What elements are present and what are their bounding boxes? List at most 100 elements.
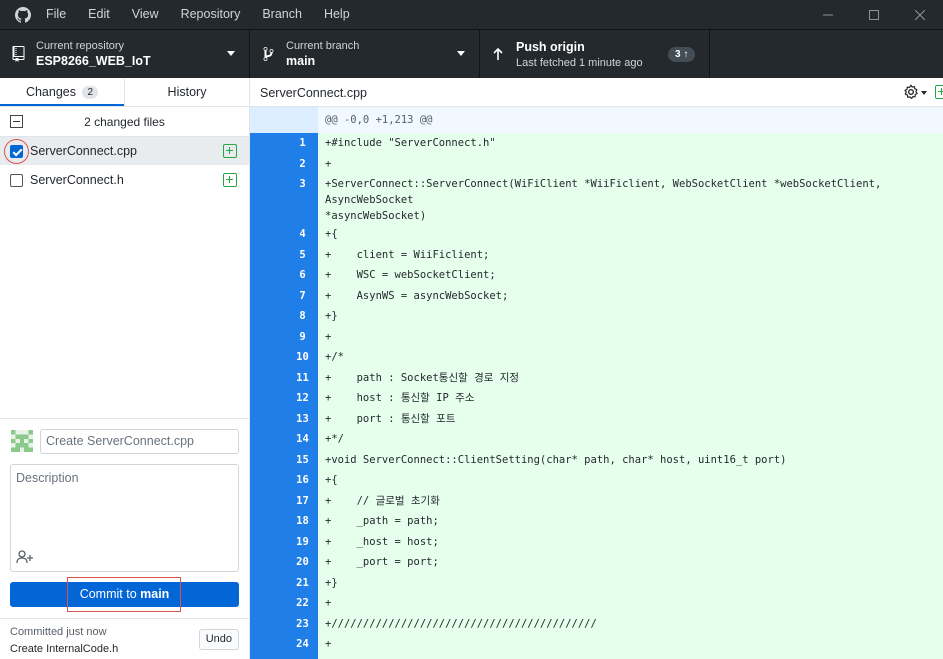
- new-line-number: 7: [287, 285, 318, 306]
- diff-line[interactable]: 23 +/////////////////////////////////////…: [250, 613, 943, 634]
- line-code: +{: [318, 470, 943, 491]
- new-line-number: 20: [287, 552, 318, 573]
- line-code: +: [318, 326, 943, 347]
- tab-history[interactable]: History: [124, 78, 249, 106]
- undo-button[interactable]: Undo: [198, 629, 239, 650]
- new-line-number: 5: [287, 244, 318, 265]
- file-name: ServerConnect.h: [30, 173, 124, 187]
- line-code: + AsynWS = asyncWebSocket;: [318, 285, 943, 306]
- diff-line[interactable]: 16 +{: [250, 470, 943, 491]
- diff-line[interactable]: 15 +void ServerConnect::ClientSetting(cha…: [250, 449, 943, 470]
- menu-repository[interactable]: Repository: [170, 0, 252, 29]
- line-code: +// ServerConnect::~ServerConnect(): [318, 654, 943, 659]
- diff-line[interactable]: 5 + client = WiiFiclient;: [250, 244, 943, 265]
- diff-line[interactable]: 19 + _host = host;: [250, 531, 943, 552]
- toolbar: Current repository ESP8266_WEB_IoT Curre…: [0, 29, 943, 78]
- old-line-number: [250, 244, 287, 265]
- new-line-number: 18: [287, 511, 318, 532]
- new-line-number: 1: [287, 133, 318, 154]
- new-line-number: 13: [287, 408, 318, 429]
- window-controls: [805, 0, 943, 29]
- new-line-number: 16: [287, 470, 318, 491]
- file-row[interactable]: ServerConnect.cpp: [0, 137, 249, 166]
- github-mark-icon: [0, 0, 46, 29]
- diff-line[interactable]: 13 + port : 통신할 포트: [250, 408, 943, 429]
- branch-selector[interactable]: Current branch main: [250, 30, 480, 78]
- highlight-circle: [4, 139, 29, 164]
- changes-sidebar: Changes 2 History 2 changed files Server…: [0, 78, 250, 659]
- maximize-button[interactable]: [851, 0, 897, 29]
- diff-panel: ServerConnect.cpp @@ -0,0 +1,213 @@ 1 +#i…: [250, 78, 943, 659]
- old-line-number: [250, 593, 287, 614]
- old-line-number: [250, 326, 287, 347]
- old-line-number: [250, 153, 287, 174]
- old-line-number: [250, 224, 287, 245]
- minimize-button[interactable]: [805, 0, 851, 29]
- diff-code: 1 +#include "ServerConnect.h" 2 +3 +ServerCo…: [250, 133, 943, 659]
- repository-selector[interactable]: Current repository ESP8266_WEB_IoT: [0, 30, 250, 78]
- diff-line[interactable]: 20 + _port = port;: [250, 552, 943, 573]
- new-line-number: 25: [287, 654, 318, 659]
- line-code: +#include "ServerConnect.h": [318, 133, 943, 154]
- repository-name: ESP8266_WEB_IoT: [36, 53, 151, 68]
- menu-view[interactable]: View: [121, 0, 170, 29]
- menu-help[interactable]: Help: [313, 0, 361, 29]
- line-code: +/*: [318, 347, 943, 368]
- menu-branch[interactable]: Branch: [251, 0, 313, 29]
- changes-count-badge: 2: [82, 86, 99, 99]
- line-code: + path : Socket통신할 경로 지정: [318, 367, 943, 388]
- old-line-number: [250, 572, 287, 593]
- line-code: + _host = host;: [318, 531, 943, 552]
- tab-changes[interactable]: Changes 2: [0, 78, 124, 106]
- hunk-range: @@ -0,0 +1,213 @@: [318, 107, 943, 133]
- diff-line[interactable]: 8 +}: [250, 306, 943, 327]
- commit-summary-input[interactable]: Create ServerConnect.cpp: [40, 429, 239, 454]
- diff-line[interactable]: 17 + // 글로벌 초기화: [250, 490, 943, 511]
- line-code: + client = WiiFiclient;: [318, 244, 943, 265]
- line-code: +ServerConnect::ServerConnect(WiFiClient…: [318, 174, 943, 224]
- diff-line[interactable]: 1 +#include "ServerConnect.h": [250, 133, 943, 154]
- diff-line[interactable]: 24 +: [250, 634, 943, 655]
- gear-icon[interactable]: [903, 84, 919, 100]
- new-line-number: 17: [287, 490, 318, 511]
- diff-line[interactable]: 10 +/*: [250, 347, 943, 368]
- diff-line[interactable]: 4 +{: [250, 224, 943, 245]
- close-icon: [915, 9, 925, 20]
- minimize-icon: [823, 14, 833, 15]
- old-line-number: [250, 347, 287, 368]
- file-include-checkbox[interactable]: [10, 174, 23, 187]
- diff-line[interactable]: 12 + host : 통신할 IP 주소: [250, 388, 943, 409]
- line-code: + port : 통신할 포트: [318, 408, 943, 429]
- diff-line[interactable]: 14 +*/: [250, 429, 943, 450]
- tab-history-label: History: [167, 85, 207, 99]
- diff-line[interactable]: 2 +: [250, 153, 943, 174]
- old-line-number: [250, 634, 287, 655]
- diff-line[interactable]: 22 +: [250, 593, 943, 614]
- diff-line[interactable]: 25+// ServerConnect::~ServerConnect(): [250, 654, 943, 659]
- title-bar: File Edit View Repository Branch Help: [0, 0, 943, 29]
- chevron-down-icon: [227, 51, 235, 56]
- select-all-checkbox[interactable]: [10, 115, 23, 128]
- menu-file[interactable]: File: [46, 0, 77, 29]
- file-row[interactable]: ServerConnect.h: [0, 166, 249, 195]
- person-add-icon[interactable]: [16, 550, 34, 564]
- old-line-number: [250, 285, 287, 306]
- git-branch-icon: [250, 46, 286, 62]
- diff-line[interactable]: 9 +: [250, 326, 943, 347]
- diff-line[interactable]: 6 + WSC = webSocketClient;: [250, 265, 943, 286]
- diff-line[interactable]: 3 +ServerConnect::ServerConnect(WiFiClien…: [250, 174, 943, 224]
- diff-line[interactable]: 7 + AsynWS = asyncWebSocket;: [250, 285, 943, 306]
- close-button[interactable]: [897, 0, 943, 29]
- line-code: +{: [318, 224, 943, 245]
- push-origin-button[interactable]: Push origin Last fetched 1 minute ago 3 …: [480, 30, 710, 78]
- line-code: + _path = path;: [318, 511, 943, 532]
- new-line-number: 22: [287, 593, 318, 614]
- sidebar-tabs: Changes 2 History: [0, 78, 249, 107]
- tab-changes-label: Changes: [25, 85, 76, 99]
- arrow-up-icon: [480, 47, 516, 61]
- menu-edit[interactable]: Edit: [77, 0, 121, 29]
- commit-description-input[interactable]: Description: [10, 464, 239, 572]
- diff-line[interactable]: 21 +}: [250, 572, 943, 593]
- diff-line[interactable]: 18 + _path = path;: [250, 511, 943, 532]
- diff-line[interactable]: 11 + path : Socket통신할 경로 지정: [250, 367, 943, 388]
